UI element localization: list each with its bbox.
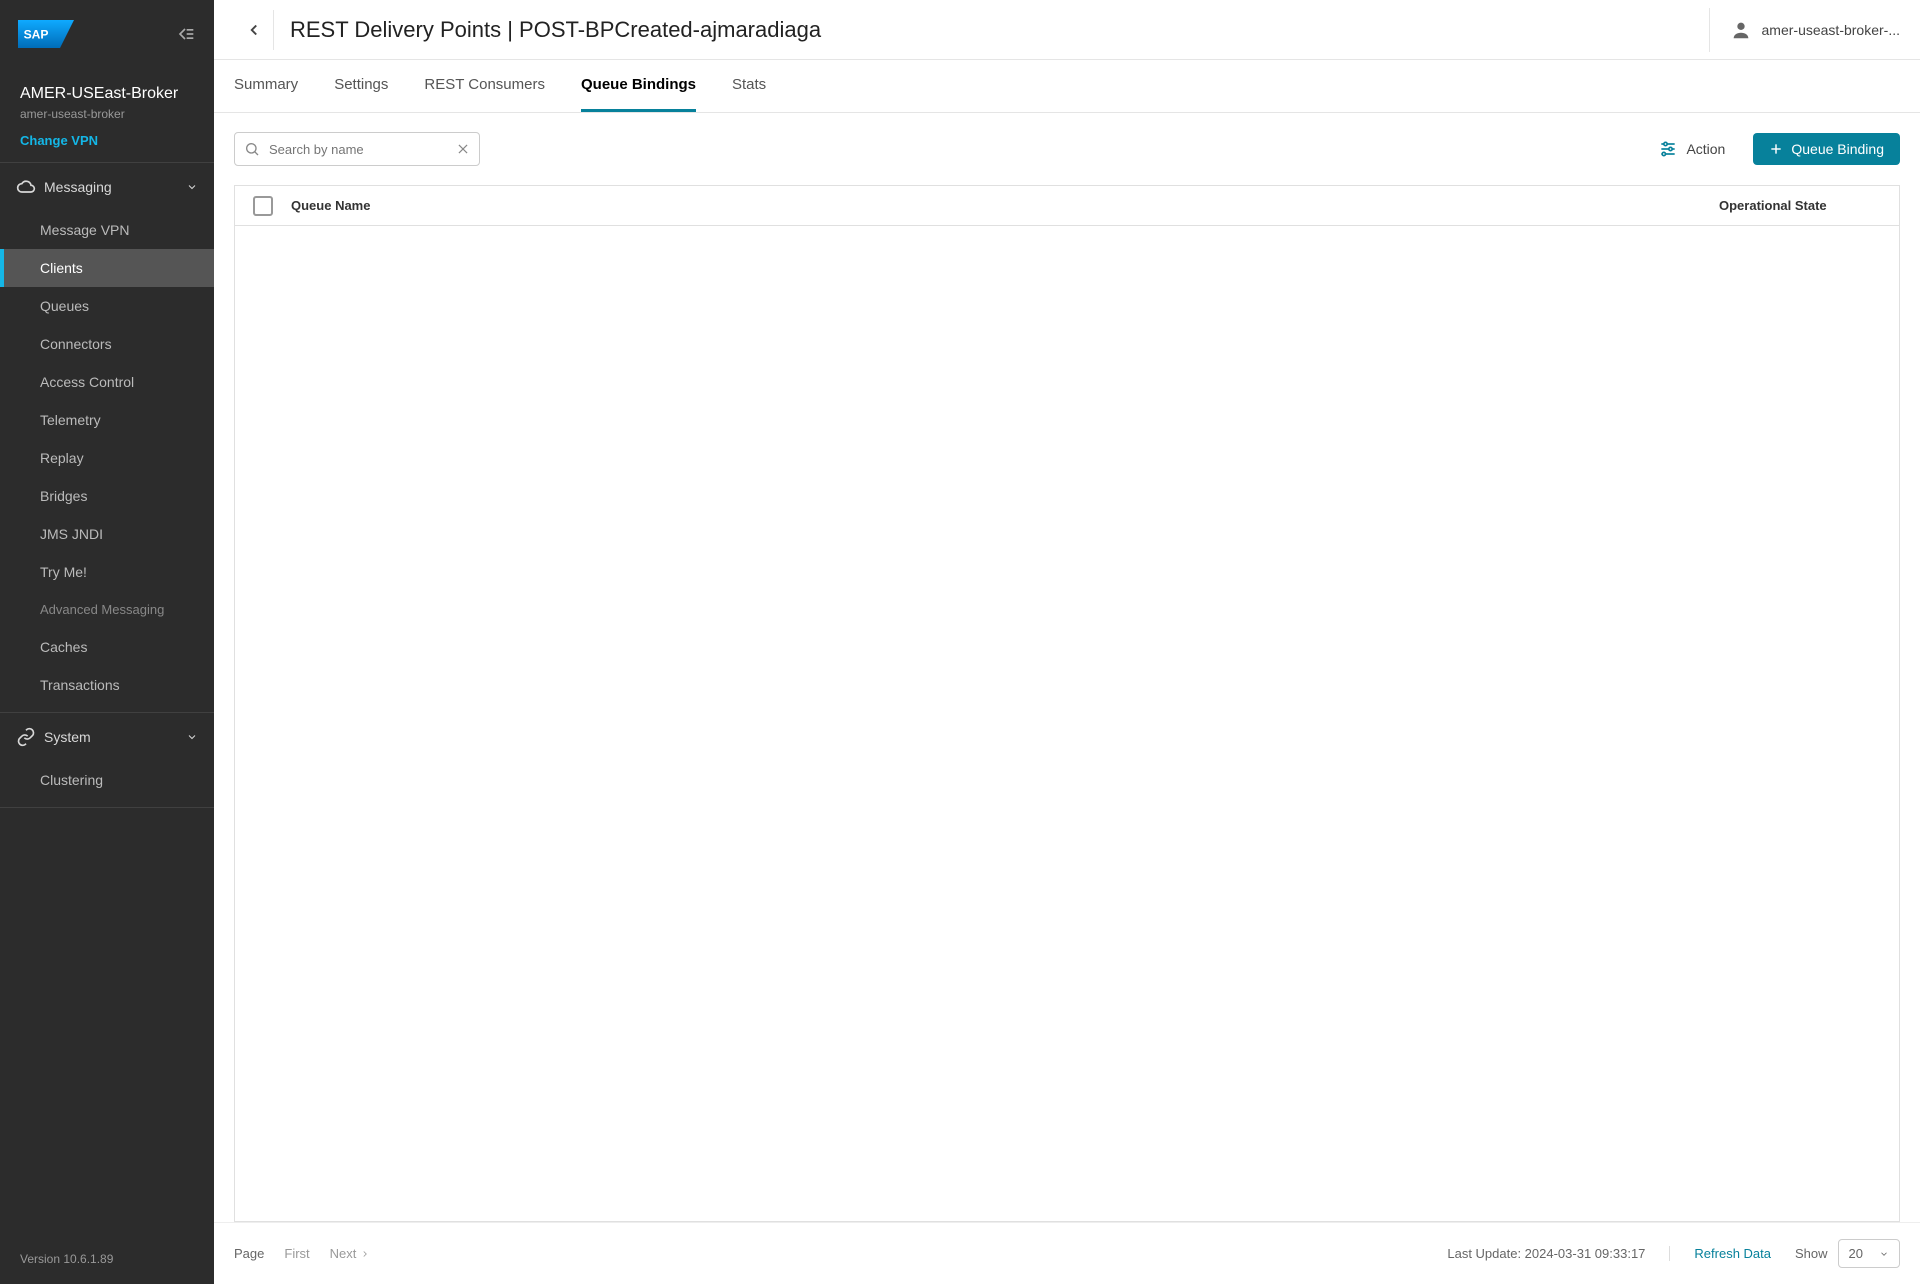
user-name: amer-useast-broker-... [1762, 22, 1900, 38]
search-wrapper [234, 132, 480, 166]
messaging-label: Messaging [44, 179, 186, 195]
chevron-left-icon [245, 21, 263, 39]
nav-clients[interactable]: Clients [0, 249, 214, 287]
search-icon [244, 141, 260, 157]
nav-connectors[interactable]: Connectors [0, 325, 214, 363]
page-title: REST Delivery Points | POST-BPCreated-aj… [290, 17, 1709, 43]
nav-message-vpn[interactable]: Message VPN [0, 211, 214, 249]
svg-text:SAP: SAP [24, 27, 49, 41]
topbar: REST Delivery Points | POST-BPCreated-aj… [214, 0, 1920, 60]
nav-advanced-messaging-label: Advanced Messaging [0, 591, 214, 628]
tab-settings[interactable]: Settings [334, 60, 388, 112]
plus-icon [1769, 142, 1783, 156]
nav-section-system-header[interactable]: System [0, 713, 214, 761]
column-queue-name[interactable]: Queue Name [291, 198, 1719, 213]
main-content: REST Delivery Points | POST-BPCreated-aj… [214, 0, 1920, 1284]
sidebar-header: SAP [0, 0, 214, 67]
nav-section-messaging: Messaging Message VPN Clients Queues Con… [0, 163, 214, 713]
queue-binding-button[interactable]: Queue Binding [1753, 133, 1900, 165]
broker-subtitle: amer-useast-broker [20, 107, 194, 121]
chevron-down-icon [186, 181, 198, 193]
action-button[interactable]: Action [1644, 131, 1739, 167]
refresh-data-link[interactable]: Refresh Data [1669, 1246, 1771, 1261]
sliders-icon [1658, 139, 1678, 159]
nav-bridges[interactable]: Bridges [0, 477, 214, 515]
sap-logo: SAP [18, 20, 74, 48]
tab-summary[interactable]: Summary [234, 60, 298, 112]
chevron-down-icon [186, 731, 198, 743]
collapse-sidebar-icon[interactable] [174, 24, 196, 44]
next-page-link[interactable]: Next [330, 1246, 371, 1261]
next-label: Next [330, 1246, 357, 1261]
cloud-icon [16, 177, 36, 197]
system-label: System [44, 729, 186, 745]
chevron-right-icon [360, 1249, 370, 1259]
nav-jms-jndi[interactable]: JMS JNDI [0, 515, 214, 553]
nav-section-messaging-header[interactable]: Messaging [0, 163, 214, 211]
chevron-down-icon [1879, 1249, 1889, 1259]
table: Queue Name Operational State [234, 185, 1900, 1222]
nav-access-control[interactable]: Access Control [0, 363, 214, 401]
select-all-cell [235, 196, 291, 216]
footer-right: Last Update: 2024-03-31 09:33:17 Refresh… [1447, 1239, 1900, 1268]
broker-info: AMER-USEast-Broker amer-useast-broker Ch… [0, 67, 214, 163]
tabs: Summary Settings REST Consumers Queue Bi… [214, 60, 1920, 113]
nav-telemetry[interactable]: Telemetry [0, 401, 214, 439]
version-label: Version 10.6.1.89 [0, 1234, 214, 1284]
back-button[interactable] [234, 10, 274, 50]
first-page-link[interactable]: First [284, 1246, 309, 1261]
nav-section-system: System Clustering [0, 713, 214, 808]
tab-stats[interactable]: Stats [732, 60, 766, 112]
nav-try-me[interactable]: Try Me! [0, 553, 214, 591]
nav-clustering[interactable]: Clustering [0, 761, 214, 799]
system-items: Clustering [0, 761, 214, 807]
toolbar: Action Queue Binding [214, 113, 1920, 185]
table-body [235, 226, 1899, 1221]
select-all-checkbox[interactable] [253, 196, 273, 216]
table-header: Queue Name Operational State [235, 186, 1899, 226]
show-label: Show [1795, 1246, 1828, 1261]
action-label: Action [1686, 141, 1725, 157]
column-operational-state[interactable]: Operational State [1719, 198, 1899, 213]
clear-icon[interactable] [456, 142, 470, 156]
sidebar: SAP AMER-USEast-Broker amer-useast-broke… [0, 0, 214, 1284]
tab-rest-consumers[interactable]: REST Consumers [424, 60, 545, 112]
messaging-items: Message VPN Clients Queues Connectors Ac… [0, 211, 214, 712]
footer: Page First Next Last Update: 2024-03-31 … [214, 1222, 1920, 1284]
user-menu[interactable]: amer-useast-broker-... [1709, 8, 1900, 52]
queue-binding-label: Queue Binding [1791, 141, 1884, 157]
link-icon [16, 727, 36, 747]
nav-replay[interactable]: Replay [0, 439, 214, 477]
nav-queues[interactable]: Queues [0, 287, 214, 325]
user-icon [1730, 19, 1752, 41]
nav-caches[interactable]: Caches [0, 628, 214, 666]
last-update: Last Update: 2024-03-31 09:33:17 [1447, 1246, 1645, 1261]
broker-name: AMER-USEast-Broker [20, 85, 194, 103]
nav-transactions[interactable]: Transactions [0, 666, 214, 704]
page-label: Page [234, 1246, 264, 1261]
page-size-select[interactable]: 20 [1838, 1239, 1900, 1268]
page-size-value: 20 [1849, 1246, 1863, 1261]
page-size-control: Show 20 [1795, 1239, 1900, 1268]
tab-queue-bindings[interactable]: Queue Bindings [581, 60, 696, 112]
search-input[interactable] [234, 132, 480, 166]
change-vpn-link[interactable]: Change VPN [20, 133, 194, 148]
